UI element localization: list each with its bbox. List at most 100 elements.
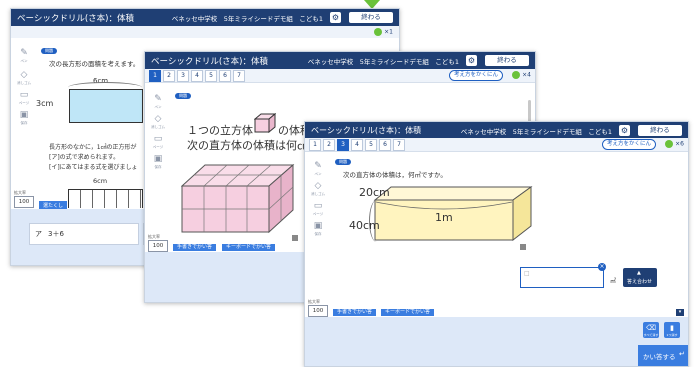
- app-title: ベーシックドリル(さ本)：体積: [17, 14, 134, 24]
- collapse-icon[interactable]: ▾: [676, 309, 684, 316]
- pen-icon[interactable]: ✎: [18, 48, 30, 58]
- end-button[interactable]: 終わる: [638, 125, 682, 136]
- save-icon[interactable]: ▣: [152, 154, 164, 164]
- tab-7[interactable]: 7: [233, 70, 245, 82]
- explanation-line-1: 長方形のなかに，1㎠の正方形が: [49, 144, 137, 151]
- score-dot-icon: [374, 28, 383, 36]
- gear-icon[interactable]: ⚙: [330, 12, 341, 23]
- tab-3[interactable]: 3: [337, 139, 349, 151]
- score-dot-icon: [665, 140, 674, 148]
- school-info: ベネッセ中学校 5年ミライシードデモ組 こども1: [460, 128, 612, 136]
- tab-6[interactable]: 6: [379, 139, 391, 151]
- eraser-icon[interactable]: ◇: [312, 181, 324, 191]
- zoom-image-icon[interactable]: [292, 235, 298, 241]
- tab-5[interactable]: 5: [205, 70, 217, 82]
- tool-label: ページ: [312, 212, 324, 216]
- cuboid-figure: [181, 163, 295, 234]
- app-title: ベーシックドリル(さ本)：体積: [151, 57, 268, 67]
- question-badge: 問題: [335, 159, 351, 165]
- page-icon[interactable]: ▭: [312, 201, 324, 211]
- score-bar: ×1: [11, 26, 399, 38]
- tab-7[interactable]: 7: [393, 139, 405, 151]
- tool-label: 保存: [314, 232, 322, 236]
- score-dot-icon: [512, 71, 521, 79]
- pen-icon[interactable]: ✎: [312, 161, 324, 171]
- answer-area: [305, 317, 688, 366]
- header: ベーシックドリル(さ本)：体積 ベネッセ中学校 5年ミライシードデモ組 こども1…: [305, 122, 688, 138]
- hint-button[interactable]: 考え方をかくにん: [601, 139, 656, 150]
- dim-top: 20cm: [359, 186, 390, 199]
- keyboard-mode-button[interactable]: キーボードでかい答: [222, 244, 276, 251]
- school-info: ベネッセ中学校 5年ミライシードデモ組 こども1: [171, 15, 323, 23]
- confirm-label: 答え合わせ: [627, 279, 653, 285]
- answer-field[interactable]: ア 3＋6: [29, 223, 139, 245]
- eraser-icon[interactable]: ◇: [18, 70, 30, 80]
- tab-2[interactable]: 2: [323, 139, 335, 151]
- clear-input-icon[interactable]: ×: [598, 263, 606, 271]
- tool-label: ペン: [20, 59, 28, 63]
- answer-value: 3＋6: [48, 230, 64, 238]
- tab-3[interactable]: 3: [177, 70, 189, 82]
- unit-label: ㎥: [610, 278, 617, 285]
- tool-label: ペン: [314, 172, 322, 176]
- save-icon[interactable]: ▣: [18, 110, 30, 120]
- header: ベーシックドリル(さ本)：体積 ベネッセ中学校 5年ミライシードデモ組 こども1…: [145, 52, 535, 69]
- gear-icon[interactable]: ⚙: [466, 55, 477, 66]
- keyboard-mode-button[interactable]: キーボードでかい答: [381, 309, 435, 316]
- end-button[interactable]: 終わる: [349, 12, 393, 23]
- eraser-icon[interactable]: ◇: [152, 114, 164, 124]
- score: ×4: [512, 71, 531, 79]
- school-info: ベネッセ中学校 5年ミライシードデモ組 こども1: [307, 58, 459, 66]
- rectangle-figure: [69, 89, 143, 123]
- handwrite-mode-button[interactable]: 手書きでかい答: [333, 309, 377, 316]
- tool-label: 消しゴム: [151, 125, 165, 129]
- zoom-field[interactable]: 100: [308, 305, 328, 317]
- tab-2[interactable]: 2: [163, 70, 175, 82]
- tab-1[interactable]: 1: [309, 139, 321, 151]
- tab-6[interactable]: 6: [219, 70, 231, 82]
- tool-label: 保存: [20, 121, 28, 125]
- app-title: ベーシックドリル(さ本)：体積: [311, 126, 422, 135]
- save-icon[interactable]: ▣: [312, 221, 324, 231]
- page-icon[interactable]: ▭: [152, 134, 164, 144]
- tab-1[interactable]: 1: [149, 70, 161, 82]
- score: ×6: [665, 140, 684, 148]
- pen-icon[interactable]: ✎: [152, 94, 164, 104]
- question-tabs: 1 2 3 4 5 6 7 考え方をかくにん ×4: [145, 69, 535, 83]
- zoom-field[interactable]: 100: [14, 196, 34, 208]
- dim-left: 3cm: [36, 99, 54, 108]
- unit-cube-figure: [254, 113, 276, 133]
- question-tabs: 1 2 3 4 5 6 7 考え方をかくにん ×6: [305, 138, 688, 152]
- question-line-1: １つの立方体: [187, 124, 253, 137]
- page-icon[interactable]: ▭: [18, 90, 30, 100]
- answer-prefix: ア: [35, 230, 42, 238]
- grid-figure: [68, 189, 143, 208]
- front-window: ベーシックドリル(さ本)：体積 ベネッセ中学校 5年ミライシードデモ組 こども1…: [304, 121, 689, 367]
- dim-length: 1m: [435, 211, 453, 224]
- tab-5[interactable]: 5: [365, 139, 377, 151]
- header: ベーシックドリル(さ本)：体積 ベネッセ中学校 5年ミライシードデモ組 こども1…: [11, 9, 399, 26]
- submit-button[interactable]: かい答する ↵: [638, 345, 688, 366]
- answer-input[interactable]: □: [520, 267, 604, 288]
- tool-label: ページ: [18, 101, 30, 105]
- confirm-button[interactable]: ▲ 答え合わせ: [623, 268, 657, 287]
- question-badge: 問題: [41, 48, 57, 54]
- question-line-2: 次の直方体の体積は何㎤: [187, 139, 308, 152]
- tab-4[interactable]: 4: [351, 139, 363, 151]
- tab-4[interactable]: 4: [191, 70, 203, 82]
- tool-label: 消しゴム: [311, 192, 325, 196]
- explanation-line-3: [イ]にあてはまる式を選びましょ: [49, 164, 138, 171]
- zoom-image-icon[interactable]: [520, 244, 526, 250]
- question-badge: 問題: [175, 93, 191, 99]
- tool-label: 保存: [154, 165, 162, 169]
- zoom-field[interactable]: 100: [148, 240, 168, 252]
- handwrite-mode-button[interactable]: 手書きでかい答: [173, 244, 217, 251]
- hint-button[interactable]: 考え方をかくにん: [448, 70, 503, 81]
- confirm-arrow-icon: ▲: [637, 270, 641, 276]
- clear-all-button[interactable]: ⌫ すべて消す: [643, 322, 659, 338]
- enter-icon: ↵: [679, 350, 685, 358]
- gear-icon[interactable]: ⚙: [619, 125, 630, 136]
- end-button[interactable]: 終わる: [485, 55, 529, 66]
- undo-button[interactable]: ▮ 1つ消す: [664, 322, 680, 338]
- tool-label: ページ: [152, 145, 164, 149]
